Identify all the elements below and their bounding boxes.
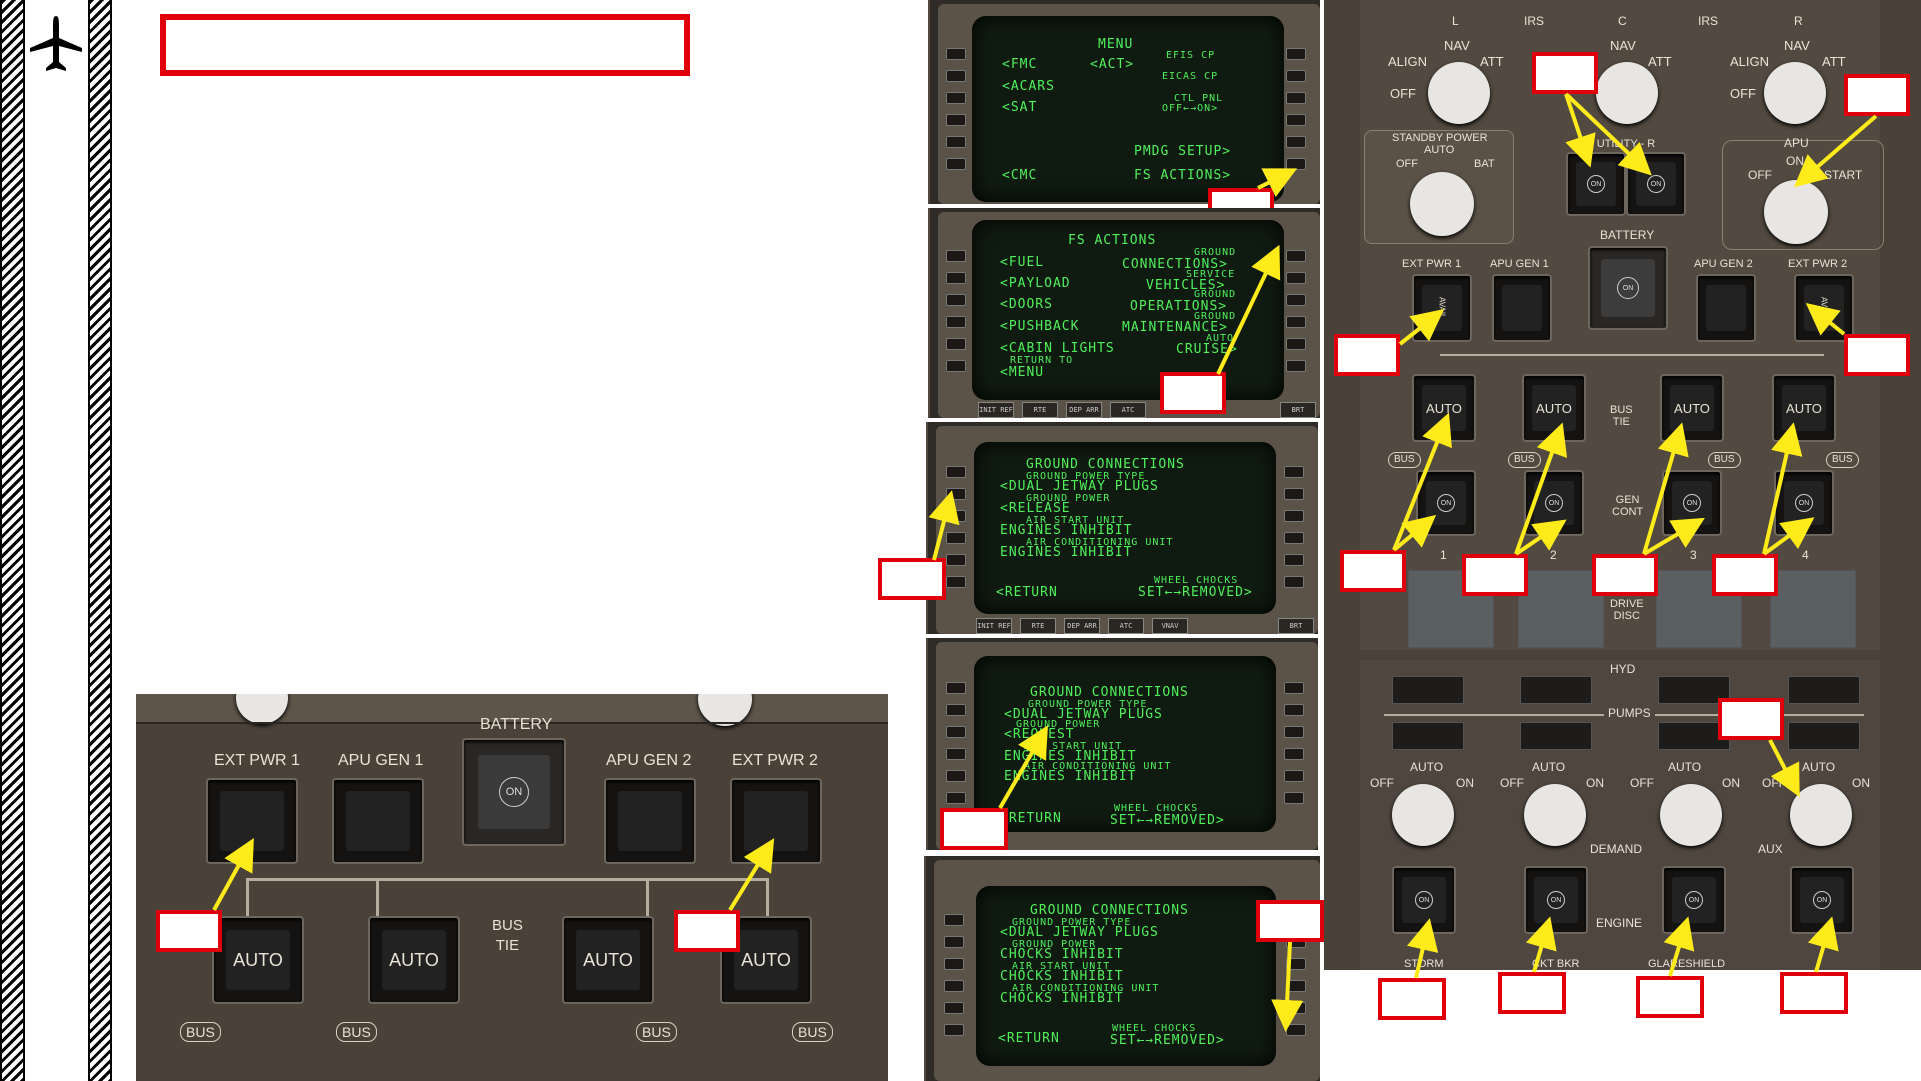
callout-arrows [212, 92, 1878, 1032]
